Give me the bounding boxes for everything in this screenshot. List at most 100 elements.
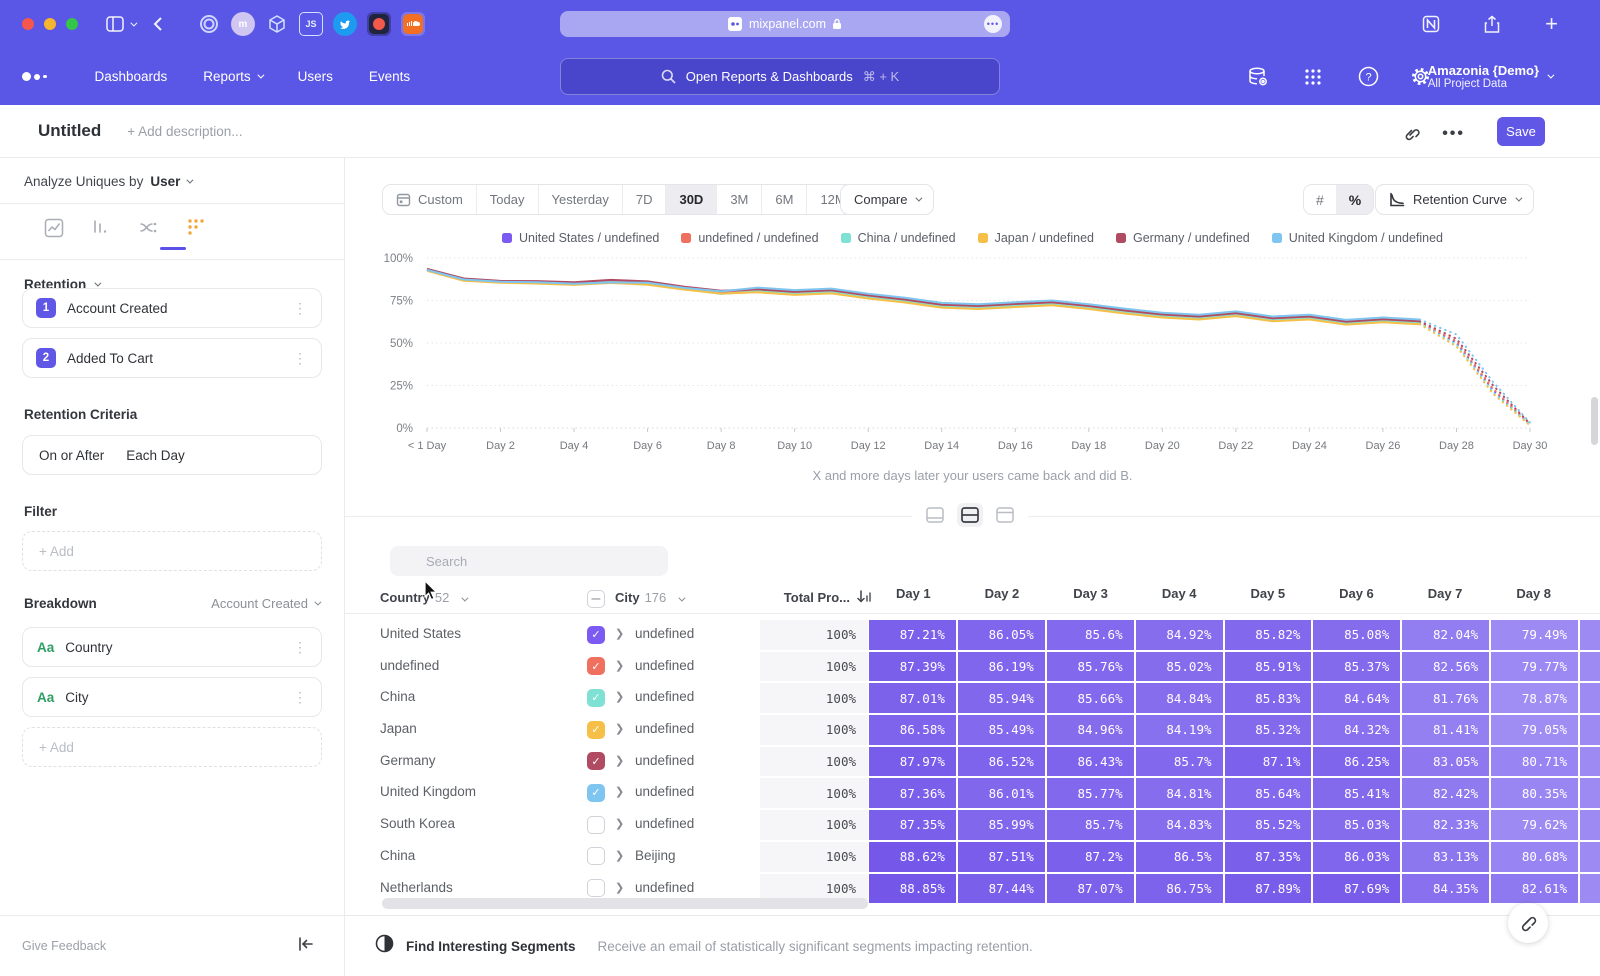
day-header[interactable]: Day 5: [1224, 586, 1313, 601]
back-icon[interactable]: [153, 16, 163, 32]
mixpanel-logo[interactable]: [22, 72, 47, 81]
add-description[interactable]: + Add description...: [127, 124, 242, 139]
expand-row-icon[interactable]: ❯: [615, 659, 624, 672]
add-filter-button[interactable]: + Add: [22, 531, 322, 571]
series-checkbox[interactable]: ✓: [587, 626, 605, 644]
producthunt-extension-icon[interactable]: [367, 12, 391, 36]
soundcloud-extension-icon[interactable]: [401, 12, 425, 36]
range-yesterday[interactable]: Yesterday: [539, 185, 623, 214]
copy-link-icon[interactable]: [1403, 125, 1420, 147]
view-chart-only-button[interactable]: [922, 503, 948, 527]
horizontal-scrollbar[interactable]: [382, 898, 868, 909]
vertical-scrollbar[interactable]: [1591, 397, 1598, 445]
kebab-menu-icon[interactable]: ⋮: [293, 639, 307, 656]
chevron-down-icon[interactable]: [130, 22, 135, 27]
nav-reports[interactable]: Reports: [203, 69, 261, 84]
zoom-window-button[interactable]: [66, 18, 78, 30]
bird-extension-icon[interactable]: [333, 12, 357, 36]
expand-row-icon[interactable]: ❯: [615, 881, 624, 894]
target-extension-icon[interactable]: [197, 12, 221, 36]
breakdown-event-selector[interactable]: Account Created: [211, 596, 319, 611]
share-report-button[interactable]: [1508, 903, 1548, 943]
expand-row-icon[interactable]: ❯: [615, 754, 624, 767]
expand-row-icon[interactable]: ❯: [615, 690, 624, 703]
expand-row-icon[interactable]: ❯: [615, 849, 624, 862]
kebab-menu-icon[interactable]: ⋮: [293, 350, 307, 367]
legend-item[interactable]: China / undefined: [841, 231, 956, 245]
select-all-checkbox[interactable]: –: [587, 590, 605, 608]
collapse-sidebar-icon[interactable]: [298, 937, 314, 956]
tab-flows[interactable]: [137, 216, 161, 240]
browser-sidebar-icon[interactable]: [106, 16, 124, 32]
day-header[interactable]: Day 2: [958, 586, 1047, 601]
new-tab-icon[interactable]: +: [1545, 11, 1558, 37]
step-added-to-cart[interactable]: 2 Added To Cart ⋮: [22, 338, 322, 378]
series-checkbox[interactable]: ✓: [587, 752, 605, 770]
help-icon[interactable]: ?: [1356, 65, 1380, 89]
view-split-button[interactable]: [957, 503, 983, 527]
find-segments-link[interactable]: Find Interesting Segments: [406, 939, 576, 954]
expand-row-icon[interactable]: ❯: [615, 627, 624, 640]
kebab-menu-icon[interactable]: ⋮: [293, 300, 307, 317]
share-icon[interactable]: [1484, 15, 1500, 34]
range-today[interactable]: Today: [477, 185, 539, 214]
chart-type-selector[interactable]: Retention Curve: [1375, 184, 1534, 215]
add-breakdown-button[interactable]: + Add: [22, 727, 322, 767]
retention-criteria-selector[interactable]: On or After Each Day: [22, 435, 322, 475]
close-window-button[interactable]: [22, 18, 34, 30]
js-extension-icon[interactable]: JS: [299, 12, 323, 36]
m-extension-icon[interactable]: m: [231, 12, 255, 36]
save-button[interactable]: Save: [1497, 117, 1545, 146]
retention-chart[interactable]: 0%25%50%75%100%< 1 DayDay 2Day 4Day 6Day…: [365, 250, 1550, 467]
city-column-header[interactable]: City176: [615, 590, 683, 605]
day-header[interactable]: Day 8: [1489, 586, 1578, 601]
series-checkbox[interactable]: ✓: [587, 721, 605, 739]
kebab-menu-icon[interactable]: ⋮: [293, 689, 307, 706]
series-checkbox[interactable]: ✓: [587, 784, 605, 802]
range-30d[interactable]: 30D: [666, 185, 717, 214]
more-options-icon[interactable]: •••: [1442, 125, 1465, 143]
tab-funnels[interactable]: [89, 216, 113, 240]
address-more-icon[interactable]: •••: [984, 15, 1002, 33]
expand-row-icon[interactable]: ❯: [615, 722, 624, 735]
global-search[interactable]: Open Reports & Dashboards ⌘ + K: [560, 58, 1000, 95]
notion-icon[interactable]: [1422, 15, 1440, 33]
legend-item[interactable]: United Kingdom / undefined: [1272, 231, 1443, 245]
format-percent-button[interactable]: %: [1337, 185, 1373, 214]
legend-item[interactable]: United States / undefined: [502, 231, 659, 245]
range-3m[interactable]: 3M: [717, 185, 762, 214]
format-hash-button[interactable]: #: [1304, 185, 1337, 214]
range-7d[interactable]: 7D: [623, 185, 667, 214]
page-title[interactable]: Untitled: [38, 121, 101, 141]
project-switcher[interactable]: Amazonia {Demo} All Project Data: [1428, 63, 1552, 90]
day-header[interactable]: Day 7: [1401, 586, 1490, 601]
range-6m[interactable]: 6M: [762, 185, 807, 214]
series-checkbox[interactable]: [587, 816, 605, 834]
tab-insights[interactable]: [42, 216, 66, 240]
day-header[interactable]: Day 4: [1135, 586, 1224, 601]
series-checkbox[interactable]: [587, 847, 605, 865]
nav-users[interactable]: Users: [298, 69, 333, 84]
box-extension-icon[interactable]: [265, 12, 289, 36]
country-column-header[interactable]: Country52: [380, 590, 466, 605]
view-table-only-button[interactable]: [992, 503, 1018, 527]
minimize-window-button[interactable]: [44, 18, 56, 30]
table-search-input[interactable]: [390, 546, 668, 576]
day-header[interactable]: Day 3: [1046, 586, 1135, 601]
breakdown-city[interactable]: Aa City ⋮: [22, 677, 322, 717]
legend-item[interactable]: Germany / undefined: [1116, 231, 1250, 245]
day-header[interactable]: Day 1: [869, 586, 958, 601]
address-bar[interactable]: mixpanel.com •••: [560, 11, 1010, 37]
compare-button[interactable]: Compare: [840, 184, 934, 215]
data-management-icon[interactable]: [1246, 65, 1270, 89]
expand-row-icon[interactable]: ❯: [615, 785, 624, 798]
breakdown-country[interactable]: Aa Country ⋮: [22, 627, 322, 667]
step-account-created[interactable]: 1 Account Created ⋮: [22, 288, 322, 328]
series-checkbox[interactable]: ✓: [587, 657, 605, 675]
series-checkbox[interactable]: [587, 879, 605, 897]
tab-retention[interactable]: [184, 216, 208, 240]
expand-row-icon[interactable]: ❯: [615, 817, 624, 830]
analyze-by-selector[interactable]: User: [150, 174, 191, 189]
total-column-header[interactable]: Total Pro...: [760, 590, 850, 605]
legend-item[interactable]: Japan / undefined: [978, 231, 1094, 245]
